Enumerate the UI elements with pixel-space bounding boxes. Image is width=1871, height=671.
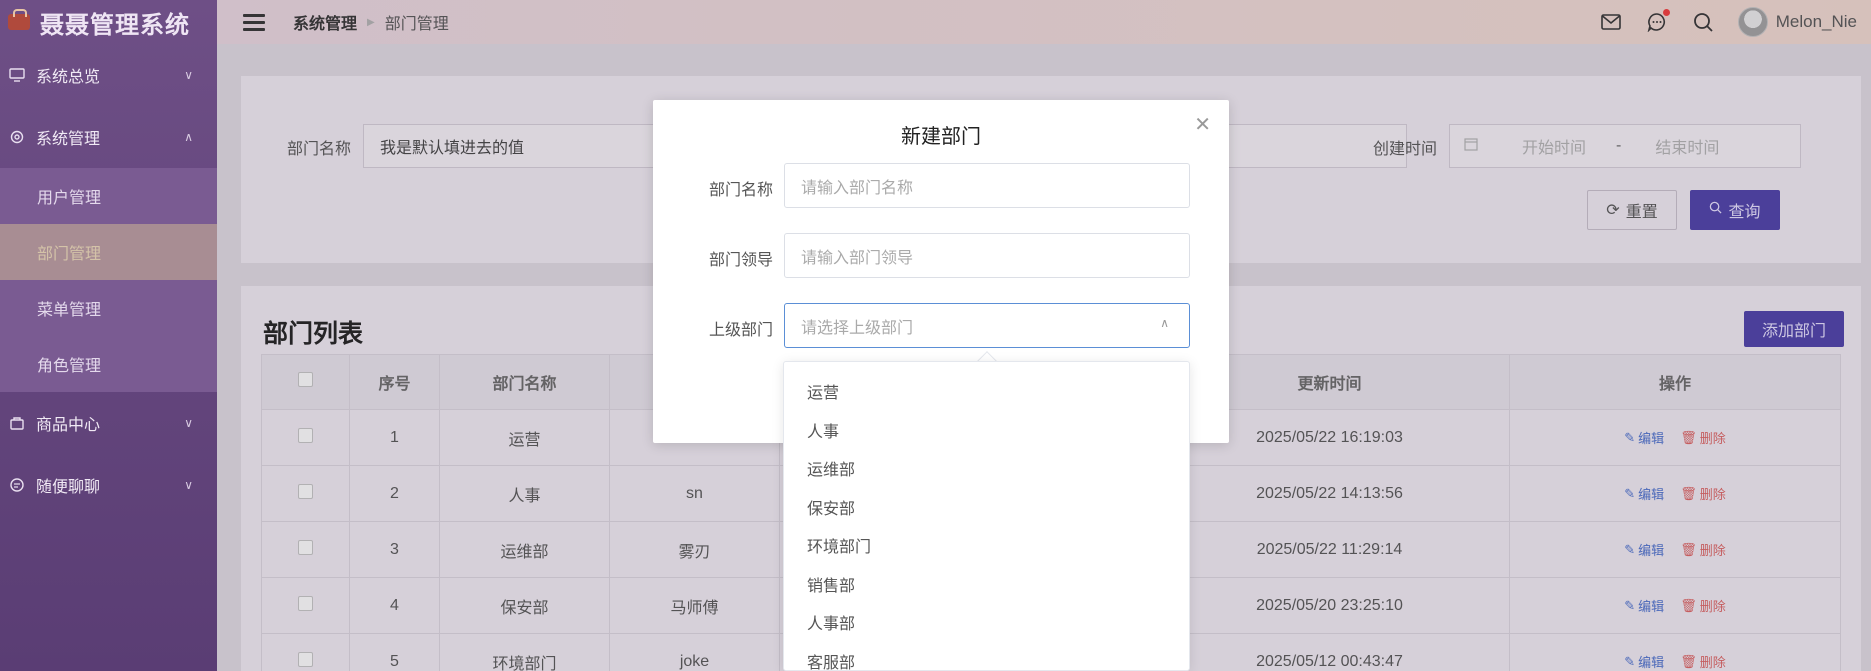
sidebar-group-system[interactable]: 系统管理 ∧ [0, 106, 217, 168]
dropdown-option[interactable]: 人事部 [784, 603, 1189, 642]
sidebar-item-menus[interactable]: 菜单管理 [0, 280, 217, 336]
sidebar-group-products[interactable]: 商品中心 ∨ [0, 392, 217, 454]
parent-dept-dropdown: 运营 人事 运维部 保安部 环境部门 销售部 人事部 客服部 [783, 361, 1190, 671]
chevron-down-icon: ∨ [184, 68, 193, 82]
briefcase-icon [8, 9, 30, 30]
dept-name-label: 部门名称 [708, 182, 773, 199]
sidebar-group-label: 系统总览 [36, 69, 101, 86]
system-submenu: 用户管理 部门管理 菜单管理 角色管理 [0, 168, 217, 392]
dialog-title: 新建部门 [901, 126, 981, 148]
chevron-down-icon: ∨ [184, 416, 193, 430]
sidebar-group-label: 商品中心 [36, 417, 101, 434]
dept-leader-input[interactable]: 请输入部门领导 [784, 233, 1190, 278]
sidebar-item-departments[interactable]: 部门管理 [0, 224, 217, 280]
dropdown-option[interactable]: 销售部 [784, 565, 1189, 604]
close-icon[interactable]: ✕ [1194, 112, 1211, 137]
sidebar-item-users[interactable]: 用户管理 [0, 168, 217, 224]
dropdown-option[interactable]: 保安部 [784, 488, 1189, 527]
sidebar-group-label: 系统管理 [36, 131, 101, 148]
sidebar: 聂聂管理系统 系统总览 ∨ 系统管理 ∧ 用户管理 部门管理 菜单管理 角色管理… [0, 0, 217, 671]
parent-dept-select[interactable]: 请选择上级部门 ∧ [784, 303, 1190, 348]
dropdown-option[interactable]: 运维部 [784, 449, 1189, 488]
monitor-icon [8, 66, 26, 84]
parent-dept-label: 上级部门 [708, 322, 773, 339]
sidebar-group-overview[interactable]: 系统总览 ∨ [0, 44, 217, 106]
chevron-up-icon: ∧ [1160, 316, 1169, 330]
dept-leader-label: 部门领导 [708, 252, 773, 269]
chevron-up-icon: ∧ [184, 130, 193, 144]
chevron-down-icon: ∨ [184, 478, 193, 492]
dropdown-option[interactable]: 客服部 [784, 642, 1189, 670]
sidebar-group-label: 随便聊聊 [36, 479, 101, 496]
gear-icon [8, 128, 26, 146]
parent-dept-placeholder: 请选择上级部门 [801, 319, 914, 337]
chat-icon [8, 476, 26, 494]
dropdown-option[interactable]: 运营 [784, 372, 1189, 411]
bag-icon [8, 414, 26, 432]
sidebar-item-roles[interactable]: 角色管理 [0, 336, 217, 392]
sidebar-group-chat[interactable]: 随便聊聊 ∨ [0, 454, 217, 516]
app-title: 聂聂管理系统 [40, 11, 190, 39]
dropdown-option[interactable]: 环境部门 [784, 526, 1189, 565]
app-logo: 聂聂管理系统 [0, 0, 217, 44]
dropdown-option[interactable]: 人事 [784, 411, 1189, 450]
dept-name-input[interactable]: 请输入部门名称 [784, 163, 1190, 208]
